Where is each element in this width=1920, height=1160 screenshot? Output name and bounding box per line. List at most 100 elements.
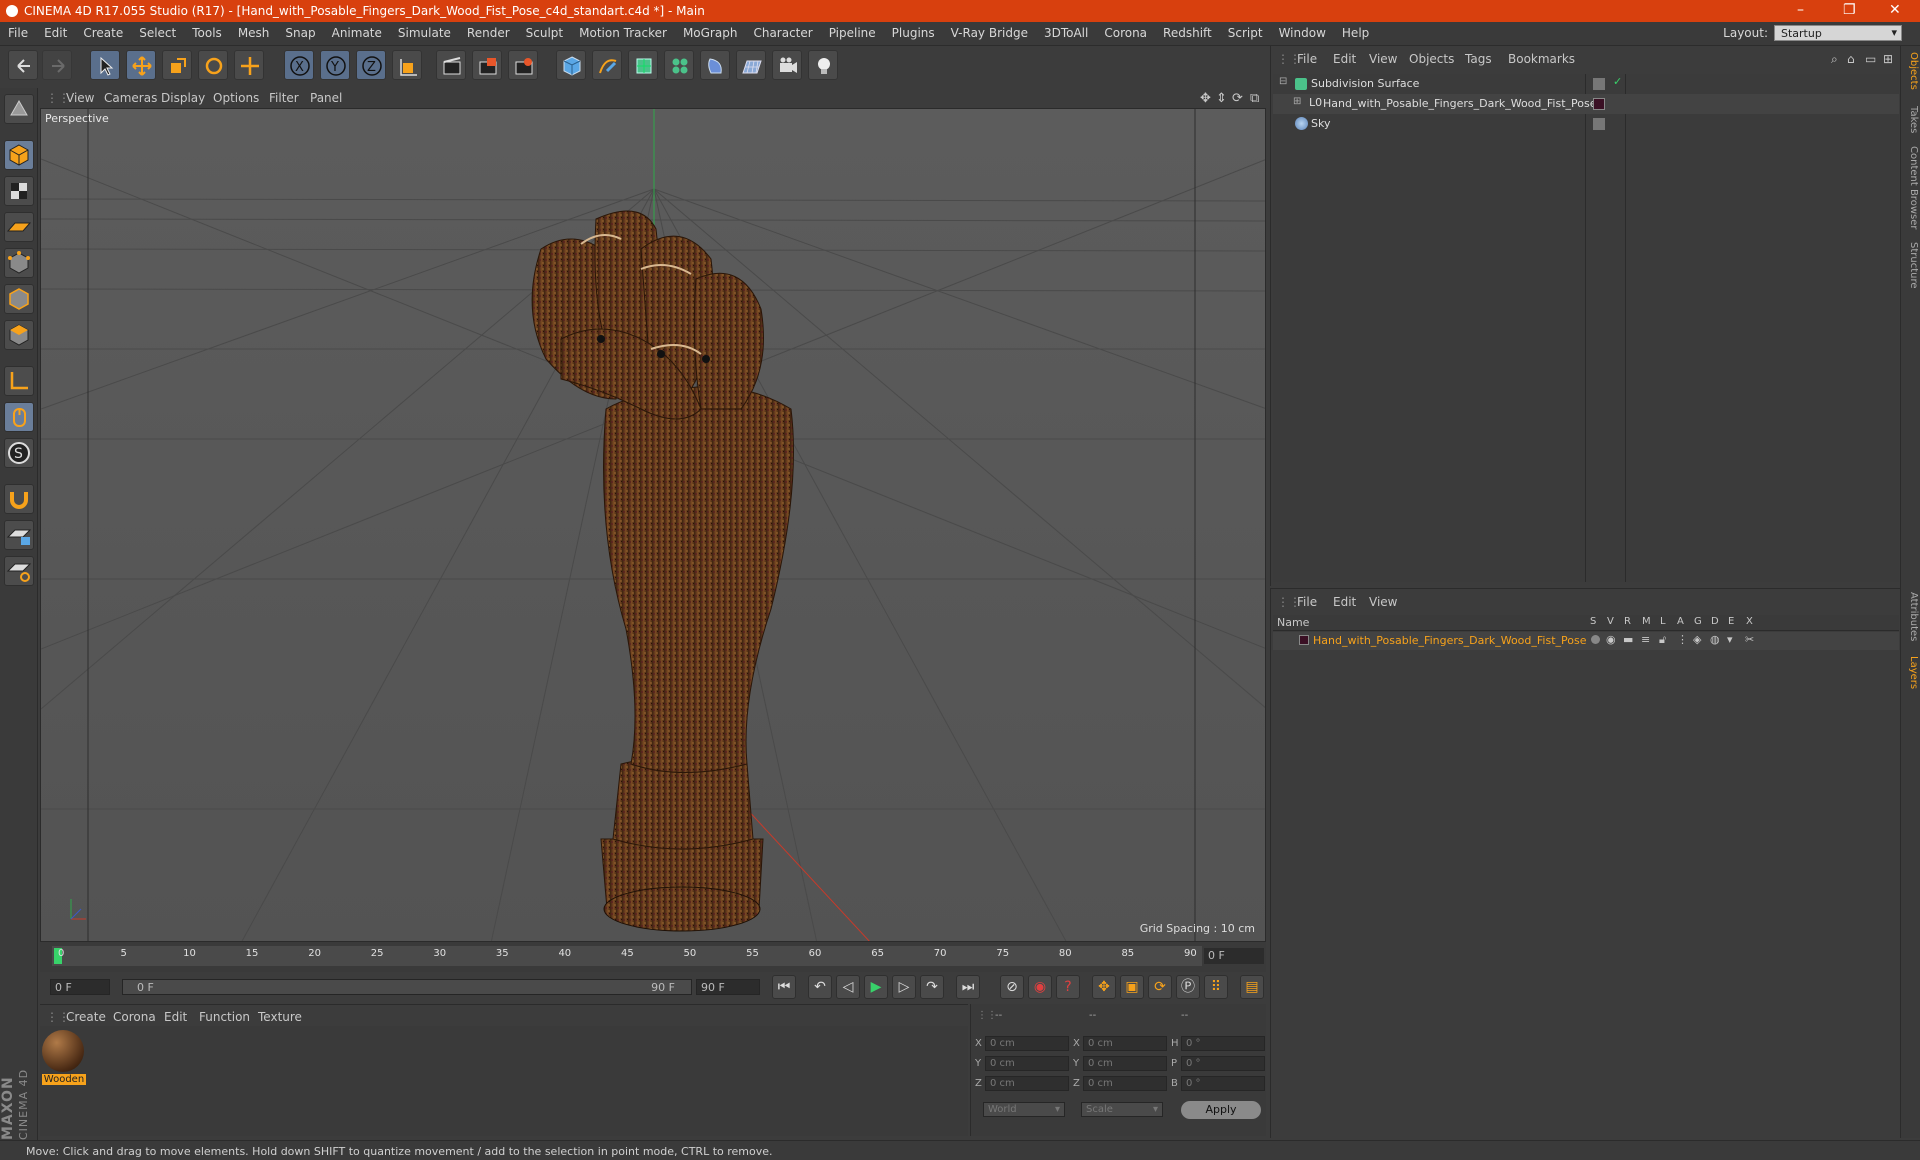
layer-row[interactable]: Hand_with_Posable_Fingers_Dark_Wood_Fist… bbox=[1273, 632, 1899, 650]
autokeying-button[interactable]: ◉ bbox=[1028, 975, 1052, 999]
rot-b-field[interactable]: 0 ° bbox=[1181, 1076, 1265, 1091]
lock-icon[interactable]: 🔓︎ bbox=[1659, 633, 1666, 647]
rot-p-field[interactable]: 0 ° bbox=[1181, 1056, 1265, 1071]
minimize-button[interactable]: – bbox=[1797, 2, 1804, 18]
objmgr-menu-tags[interactable]: Tags bbox=[1465, 52, 1492, 66]
menu-character[interactable]: Character bbox=[745, 22, 820, 40]
tab-structure[interactable]: Structure bbox=[1903, 242, 1919, 289]
tab-objects[interactable]: Objects bbox=[1903, 52, 1919, 90]
expression-icon[interactable]: ▾ bbox=[1727, 633, 1733, 646]
material-menu-edit[interactable]: Edit bbox=[164, 1010, 187, 1024]
col-generators[interactable]: G bbox=[1694, 616, 1702, 627]
material-menu-create[interactable]: Create bbox=[66, 1010, 106, 1024]
objmgr-menu-bookmarks[interactable]: Bookmarks bbox=[1508, 52, 1575, 66]
viewport-menu-cameras[interactable]: Cameras bbox=[104, 91, 157, 105]
snapping-button[interactable] bbox=[4, 484, 34, 514]
material-menu-function[interactable]: Function bbox=[199, 1010, 250, 1024]
keyframe-selection-button[interactable]: ? bbox=[1056, 975, 1080, 999]
col-visible[interactable]: V bbox=[1607, 616, 1614, 627]
add-camera-button[interactable] bbox=[772, 50, 802, 80]
animation-icon[interactable]: ⋮ bbox=[1677, 633, 1688, 646]
menu-create[interactable]: Create bbox=[75, 22, 131, 40]
menu-script[interactable]: Script bbox=[1220, 22, 1271, 40]
search-icon[interactable]: ⌕ bbox=[1831, 52, 1838, 67]
axis-mode-button[interactable] bbox=[4, 366, 34, 396]
menu-motion-tracker[interactable]: Motion Tracker bbox=[571, 22, 675, 40]
points-mode-button[interactable] bbox=[4, 248, 34, 278]
menu-simulate[interactable]: Simulate bbox=[390, 22, 459, 40]
menu-snap[interactable]: Snap bbox=[277, 22, 323, 40]
col-manager[interactable]: M bbox=[1642, 616, 1651, 627]
viewport-menu-filter[interactable]: Filter bbox=[269, 91, 299, 105]
rot-h-field[interactable]: 0 ° bbox=[1181, 1036, 1265, 1051]
material-swatch[interactable]: Wooden bbox=[42, 1030, 86, 1088]
menu-mograph[interactable]: MoGraph bbox=[675, 22, 746, 40]
tab-takes[interactable]: Takes bbox=[1903, 106, 1919, 133]
layermgr-menu-view[interactable]: View bbox=[1369, 595, 1397, 609]
maximize-button[interactable]: ❐ bbox=[1843, 2, 1856, 18]
edges-mode-button[interactable] bbox=[4, 284, 34, 314]
polygons-mode-button[interactable] bbox=[4, 320, 34, 350]
undo-button[interactable] bbox=[8, 50, 38, 80]
make-editable-button[interactable] bbox=[4, 94, 34, 124]
layout-select[interactable]: Startup ▾ bbox=[1774, 25, 1902, 41]
size-x-field[interactable]: 0 cm bbox=[1083, 1036, 1167, 1051]
menu-vray-bridge[interactable]: V-Ray Bridge bbox=[943, 22, 1036, 40]
viewport-zoom-icon[interactable]: ⇕ bbox=[1216, 91, 1227, 106]
generator-icon[interactable]: ◈ bbox=[1693, 633, 1701, 646]
size-mode-select[interactable]: Scale ▾ bbox=[1081, 1102, 1163, 1117]
model-mode-button[interactable] bbox=[4, 140, 34, 170]
menu-pipeline[interactable]: Pipeline bbox=[821, 22, 884, 40]
menu-help[interactable]: Help bbox=[1334, 22, 1377, 40]
scale-tool-button[interactable] bbox=[162, 50, 192, 80]
render-icon[interactable]: ▬ bbox=[1623, 633, 1633, 646]
menu-corona[interactable]: Corona bbox=[1096, 22, 1155, 40]
viewport-rotate-icon[interactable]: ⟳ bbox=[1232, 91, 1243, 106]
layermgr-menu-file[interactable]: File bbox=[1297, 595, 1317, 609]
col-render[interactable]: R bbox=[1624, 616, 1631, 627]
texture-mode-button[interactable] bbox=[4, 176, 34, 206]
objmgr-menu-view[interactable]: View bbox=[1369, 52, 1397, 66]
eye-icon[interactable]: ◉ bbox=[1606, 633, 1616, 646]
viewport-menu-options[interactable]: Options bbox=[213, 91, 259, 105]
collapse-icon[interactable]: ⊟ bbox=[1279, 76, 1287, 87]
record-parameter-button[interactable]: Ⓟ bbox=[1176, 975, 1200, 999]
menu-edit[interactable]: Edit bbox=[36, 22, 75, 40]
xref-icon[interactable]: ✂ bbox=[1745, 633, 1754, 646]
add-cube-button[interactable] bbox=[556, 50, 586, 80]
col-solo[interactable]: S bbox=[1590, 616, 1596, 627]
pos-y-field[interactable]: 0 cm bbox=[985, 1056, 1069, 1071]
deformer-icon[interactable]: ◍ bbox=[1710, 633, 1720, 646]
expand-icon[interactable]: ⊞ bbox=[1293, 96, 1301, 107]
object-row-hand[interactable]: ⊞ L0 Hand_with_Posable_Fingers_Dark_Wood… bbox=[1273, 94, 1899, 114]
menu-file[interactable]: File bbox=[0, 22, 36, 40]
x-axis-lock-button[interactable]: X bbox=[284, 50, 314, 80]
timeline-window-button[interactable]: ▤ bbox=[1240, 975, 1264, 999]
col-xref[interactable]: X bbox=[1746, 616, 1753, 627]
size-z-field[interactable]: 0 cm bbox=[1083, 1076, 1167, 1091]
menu-sculpt[interactable]: Sculpt bbox=[518, 22, 571, 40]
material-menu-corona[interactable]: Corona bbox=[113, 1010, 156, 1024]
material-menu-texture[interactable]: Texture bbox=[258, 1010, 302, 1024]
menu-window[interactable]: Window bbox=[1271, 22, 1334, 40]
add-deformer-button[interactable] bbox=[700, 50, 730, 80]
record-rotation-button[interactable]: ⟳ bbox=[1148, 975, 1172, 999]
viewport-move-icon[interactable]: ✥ bbox=[1200, 91, 1211, 106]
tab-attributes[interactable]: Attributes bbox=[1903, 592, 1919, 641]
previous-frame-button[interactable]: ◁ bbox=[836, 975, 860, 999]
coordinate-space-select[interactable]: World ▾ bbox=[983, 1102, 1065, 1117]
col-deformers[interactable]: D bbox=[1711, 616, 1719, 627]
render-view-button[interactable] bbox=[436, 50, 466, 80]
play-button[interactable]: ▶ bbox=[864, 975, 888, 999]
tweak-mode-button[interactable] bbox=[4, 402, 34, 432]
expand-icon[interactable]: ⊞ bbox=[1883, 52, 1893, 66]
menu-plugins[interactable]: Plugins bbox=[884, 22, 943, 40]
object-row-subdivision[interactable]: ⊟ Subdivision Surface ✓ bbox=[1273, 74, 1899, 94]
add-generator-button[interactable] bbox=[628, 50, 658, 80]
grid-planar-button[interactable] bbox=[4, 556, 34, 586]
tab-layers[interactable]: Layers bbox=[1903, 656, 1919, 689]
timeline-ruler[interactable]: 0 5 10 15 20 25 30 35 40 45 50 55 60 65 70 75 80 85 90 0 F bbox=[40, 942, 1266, 972]
menu-render[interactable]: Render bbox=[459, 22, 518, 40]
pos-z-field[interactable]: 0 cm bbox=[985, 1076, 1069, 1091]
previous-key-button[interactable]: ↶ bbox=[808, 975, 832, 999]
